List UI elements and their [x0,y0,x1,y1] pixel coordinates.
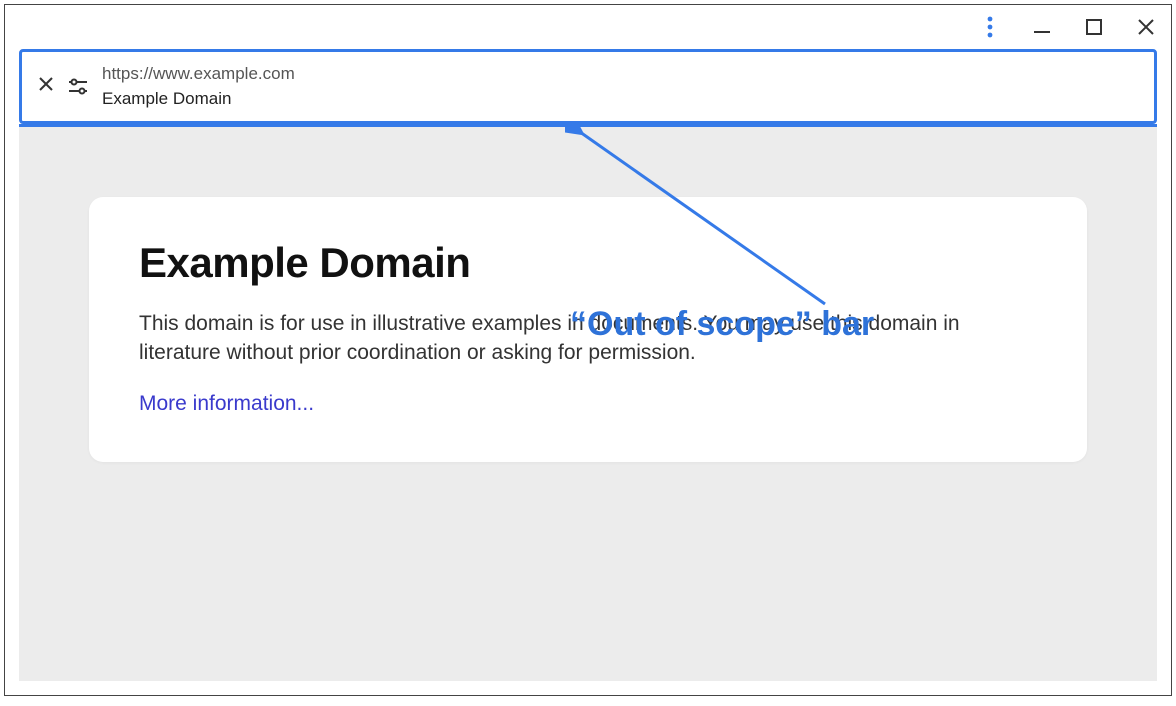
content-area: Example Domain This domain is for use in… [19,124,1157,681]
address-bar: https://www.example.com Example Domain [19,49,1157,124]
minimize-button[interactable] [1025,12,1059,42]
page-heading: Example Domain [139,239,1037,287]
url-info: https://www.example.com Example Domain [102,63,295,111]
maximize-button[interactable] [1077,12,1111,42]
app-window: https://www.example.com Example Domain E… [4,4,1172,696]
close-icon[interactable] [34,75,58,98]
page-title-text: Example Domain [102,88,295,111]
more-info-link[interactable]: More information... [139,392,314,415]
annotation-label: “Out of scope” bar [570,305,874,344]
filter-icon[interactable] [66,77,90,97]
kebab-menu-icon[interactable] [973,12,1007,42]
url-text: https://www.example.com [102,63,295,86]
close-button[interactable] [1129,12,1163,42]
titlebar [5,5,1171,49]
